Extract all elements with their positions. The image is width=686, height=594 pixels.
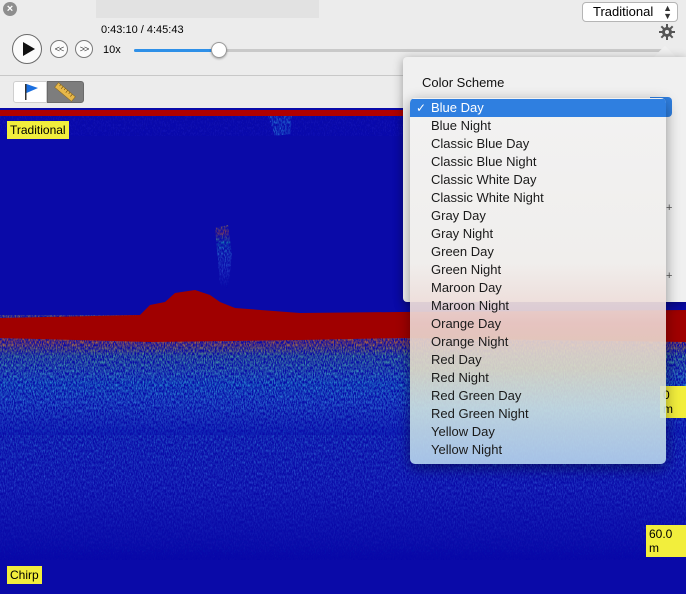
color-scheme-option[interactable]: Red Night	[410, 369, 666, 387]
color-scheme-option-label: Yellow Night	[431, 442, 503, 457]
chevron-up-down-icon: ▲ ▼	[663, 3, 672, 21]
color-scheme-option-label: Green Day	[431, 244, 494, 259]
checkmark-icon: ✓	[416, 101, 427, 115]
play-button[interactable]	[12, 34, 42, 64]
playback-progress-fill	[134, 49, 219, 52]
plus-icon[interactable]: +	[666, 202, 672, 214]
flag-tool-button[interactable]	[13, 81, 47, 103]
playback-slider[interactable]	[134, 42, 664, 58]
close-icon[interactable]: ×	[3, 2, 17, 16]
color-scheme-option-label: Maroon Night	[431, 298, 510, 313]
color-scheme-option[interactable]: Classic Blue Day	[410, 135, 666, 153]
color-scheme-option-label: Maroon Day	[431, 280, 502, 295]
color-scheme-option[interactable]: Red Green Night	[410, 405, 666, 423]
color-scheme-option-label: Red Green Day	[431, 388, 522, 403]
color-scheme-option-label: Red Green Night	[431, 406, 529, 421]
color-scheme-option-label: Orange Night	[431, 334, 509, 349]
color-scheme-option[interactable]: Gray Day	[410, 207, 666, 225]
color-scheme-option-label: Blue Night	[431, 118, 491, 133]
view-mode-value: Traditional	[593, 4, 654, 19]
ruler-icon	[54, 82, 76, 102]
fast-forward-button[interactable]: >>	[75, 40, 93, 58]
color-scheme-option-label: Blue Day	[431, 100, 484, 115]
color-scheme-option[interactable]: Yellow Night	[410, 441, 666, 459]
color-scheme-option[interactable]: Classic Blue Night	[410, 153, 666, 171]
color-scheme-option-label: Gray Day	[431, 208, 486, 223]
color-scheme-option-label: Classic Blue Night	[431, 154, 537, 169]
color-scheme-option-label: Green Night	[431, 262, 502, 277]
depth-max-label: 60.0 m	[646, 525, 686, 557]
color-scheme-option-label: Classic White Night	[431, 190, 544, 205]
color-scheme-option-label: Red Night	[431, 370, 489, 385]
plus-icon[interactable]: +	[666, 270, 672, 282]
color-scheme-option-label: Yellow Day	[431, 424, 495, 439]
color-scheme-option-label: Classic White Day	[431, 172, 537, 187]
color-scheme-option[interactable]: ✓ Blue Day	[410, 99, 666, 117]
playback-speed: 10x	[103, 44, 121, 56]
chirp-label: Chirp	[7, 566, 42, 584]
ruler-tool-button[interactable]	[47, 81, 84, 103]
color-scheme-option[interactable]: Green Night	[410, 261, 666, 279]
color-scheme-option-label: Classic Blue Day	[431, 136, 530, 151]
color-scheme-option[interactable]: Orange Night	[410, 333, 666, 351]
color-scheme-option[interactable]: Maroon Night	[410, 297, 666, 315]
color-scheme-option[interactable]: Red Day	[410, 351, 666, 369]
play-icon	[22, 42, 35, 56]
color-scheme-option[interactable]: Blue Night	[410, 117, 666, 135]
time-readout: 0:43:10 / 4:45:43	[101, 24, 184, 36]
color-scheme-option[interactable]: Classic White Day	[410, 171, 666, 189]
title-strip	[96, 0, 319, 18]
color-scheme-label: Color Scheme	[422, 75, 505, 90]
playback-slider-knob[interactable]	[210, 42, 227, 58]
color-scheme-option[interactable]: Orange Day	[410, 315, 666, 333]
rewind-button[interactable]: <<	[50, 40, 68, 58]
view-mode-select[interactable]: Traditional ▲ ▼	[582, 2, 678, 22]
color-scheme-option[interactable]: Red Green Day	[410, 387, 666, 405]
color-scheme-option-label: Red Day	[431, 352, 482, 367]
color-scheme-option[interactable]: Classic White Night	[410, 189, 666, 207]
color-scheme-option-label: Gray Night	[431, 226, 494, 241]
color-scheme-menu: ✓ Blue Day Blue Night Classic Blue Day Class…	[410, 98, 666, 464]
color-scheme-option[interactable]: Green Day	[410, 243, 666, 261]
color-scheme-option-label: Orange Day	[431, 316, 502, 331]
color-scheme-option[interactable]: Maroon Day	[410, 279, 666, 297]
color-scheme-option[interactable]: Gray Night	[410, 225, 666, 243]
gear-icon[interactable]	[659, 24, 675, 40]
color-scheme-option[interactable]: Yellow Day	[410, 423, 666, 441]
flag-icon	[25, 84, 38, 100]
sonar-mode-label: Traditional	[7, 121, 69, 139]
